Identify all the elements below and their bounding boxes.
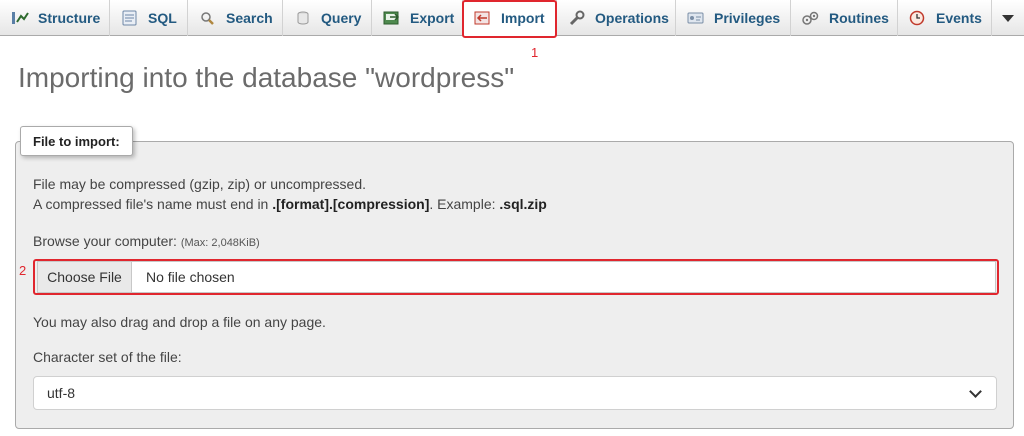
tab-label: Export [410, 10, 455, 26]
tab-label: Operations [595, 10, 669, 26]
choose-file-button[interactable]: Choose File [38, 262, 132, 292]
export-icon [382, 10, 402, 26]
structure-icon [10, 10, 30, 26]
tab-import[interactable]: Import [463, 0, 557, 36]
tab-sql[interactable]: SQL [110, 0, 188, 36]
tab-label: Query [321, 10, 362, 26]
browse-label: Browse your computer: (Max: 2,048KiB) [33, 233, 260, 249]
tab-label: SQL [148, 10, 177, 26]
compression-format-info: A compressed file's name must end in .[f… [33, 196, 547, 212]
tab-label: Routines [829, 10, 889, 26]
tab-structure[interactable]: Structure [0, 0, 110, 36]
format-text-mid: . Example: [429, 196, 500, 212]
browse-text: Browse your computer: [33, 233, 181, 249]
tab-operations[interactable]: Operations [557, 0, 676, 36]
search-icon [198, 10, 218, 26]
more-tabs-dropdown[interactable] [992, 0, 1024, 36]
sql-icon [120, 10, 140, 26]
format-pattern: .[format].[compression] [272, 196, 430, 212]
annotation-number-2: 2 [19, 263, 27, 278]
tab-routines[interactable]: Routines [791, 0, 898, 36]
charset-label: Character set of the file: [33, 349, 182, 365]
tab-query[interactable]: Query [283, 0, 372, 36]
tab-export[interactable]: Export [372, 0, 463, 36]
top-tab-bar: Structure SQL Search Query Export Import [0, 0, 1024, 36]
import-icon [473, 10, 493, 26]
routines-icon [801, 10, 821, 26]
compression-info: File may be compressed (gzip, zip) or un… [33, 176, 367, 192]
format-example: .sql.zip [499, 196, 547, 212]
tab-search[interactable]: Search [188, 0, 283, 36]
tab-label: Import [501, 10, 545, 26]
charset-selected-value: utf-8 [47, 385, 76, 401]
file-input[interactable]: Choose File No file chosen [37, 261, 996, 293]
caret-down-icon [1002, 14, 1014, 22]
tab-events[interactable]: Events [898, 0, 992, 36]
no-file-chosen-text: No file chosen [146, 269, 235, 285]
tab-privileges[interactable]: Privileges [676, 0, 791, 36]
chevron-down-icon [969, 385, 982, 398]
page-title: Importing into the database "wordpress" [18, 62, 515, 93]
clock-icon [908, 10, 928, 26]
query-icon [293, 10, 313, 26]
charset-select[interactable]: utf-8 [33, 376, 997, 410]
format-text-prefix: A compressed file's name must end in [33, 196, 273, 212]
tab-label: Structure [38, 10, 101, 26]
max-size-note: (Max: 2,048KiB) [180, 237, 260, 249]
annotation-number-1: 1 [531, 45, 539, 60]
wrench-icon [567, 10, 587, 26]
tab-label: Search [226, 10, 273, 26]
privileges-icon [686, 10, 706, 26]
tab-label: Privileges [714, 10, 781, 26]
drag-drop-hint: You may also drag and drop a file on any… [33, 314, 326, 330]
tab-label: Events [936, 10, 982, 26]
fieldset-legend: File to import: [20, 126, 133, 156]
